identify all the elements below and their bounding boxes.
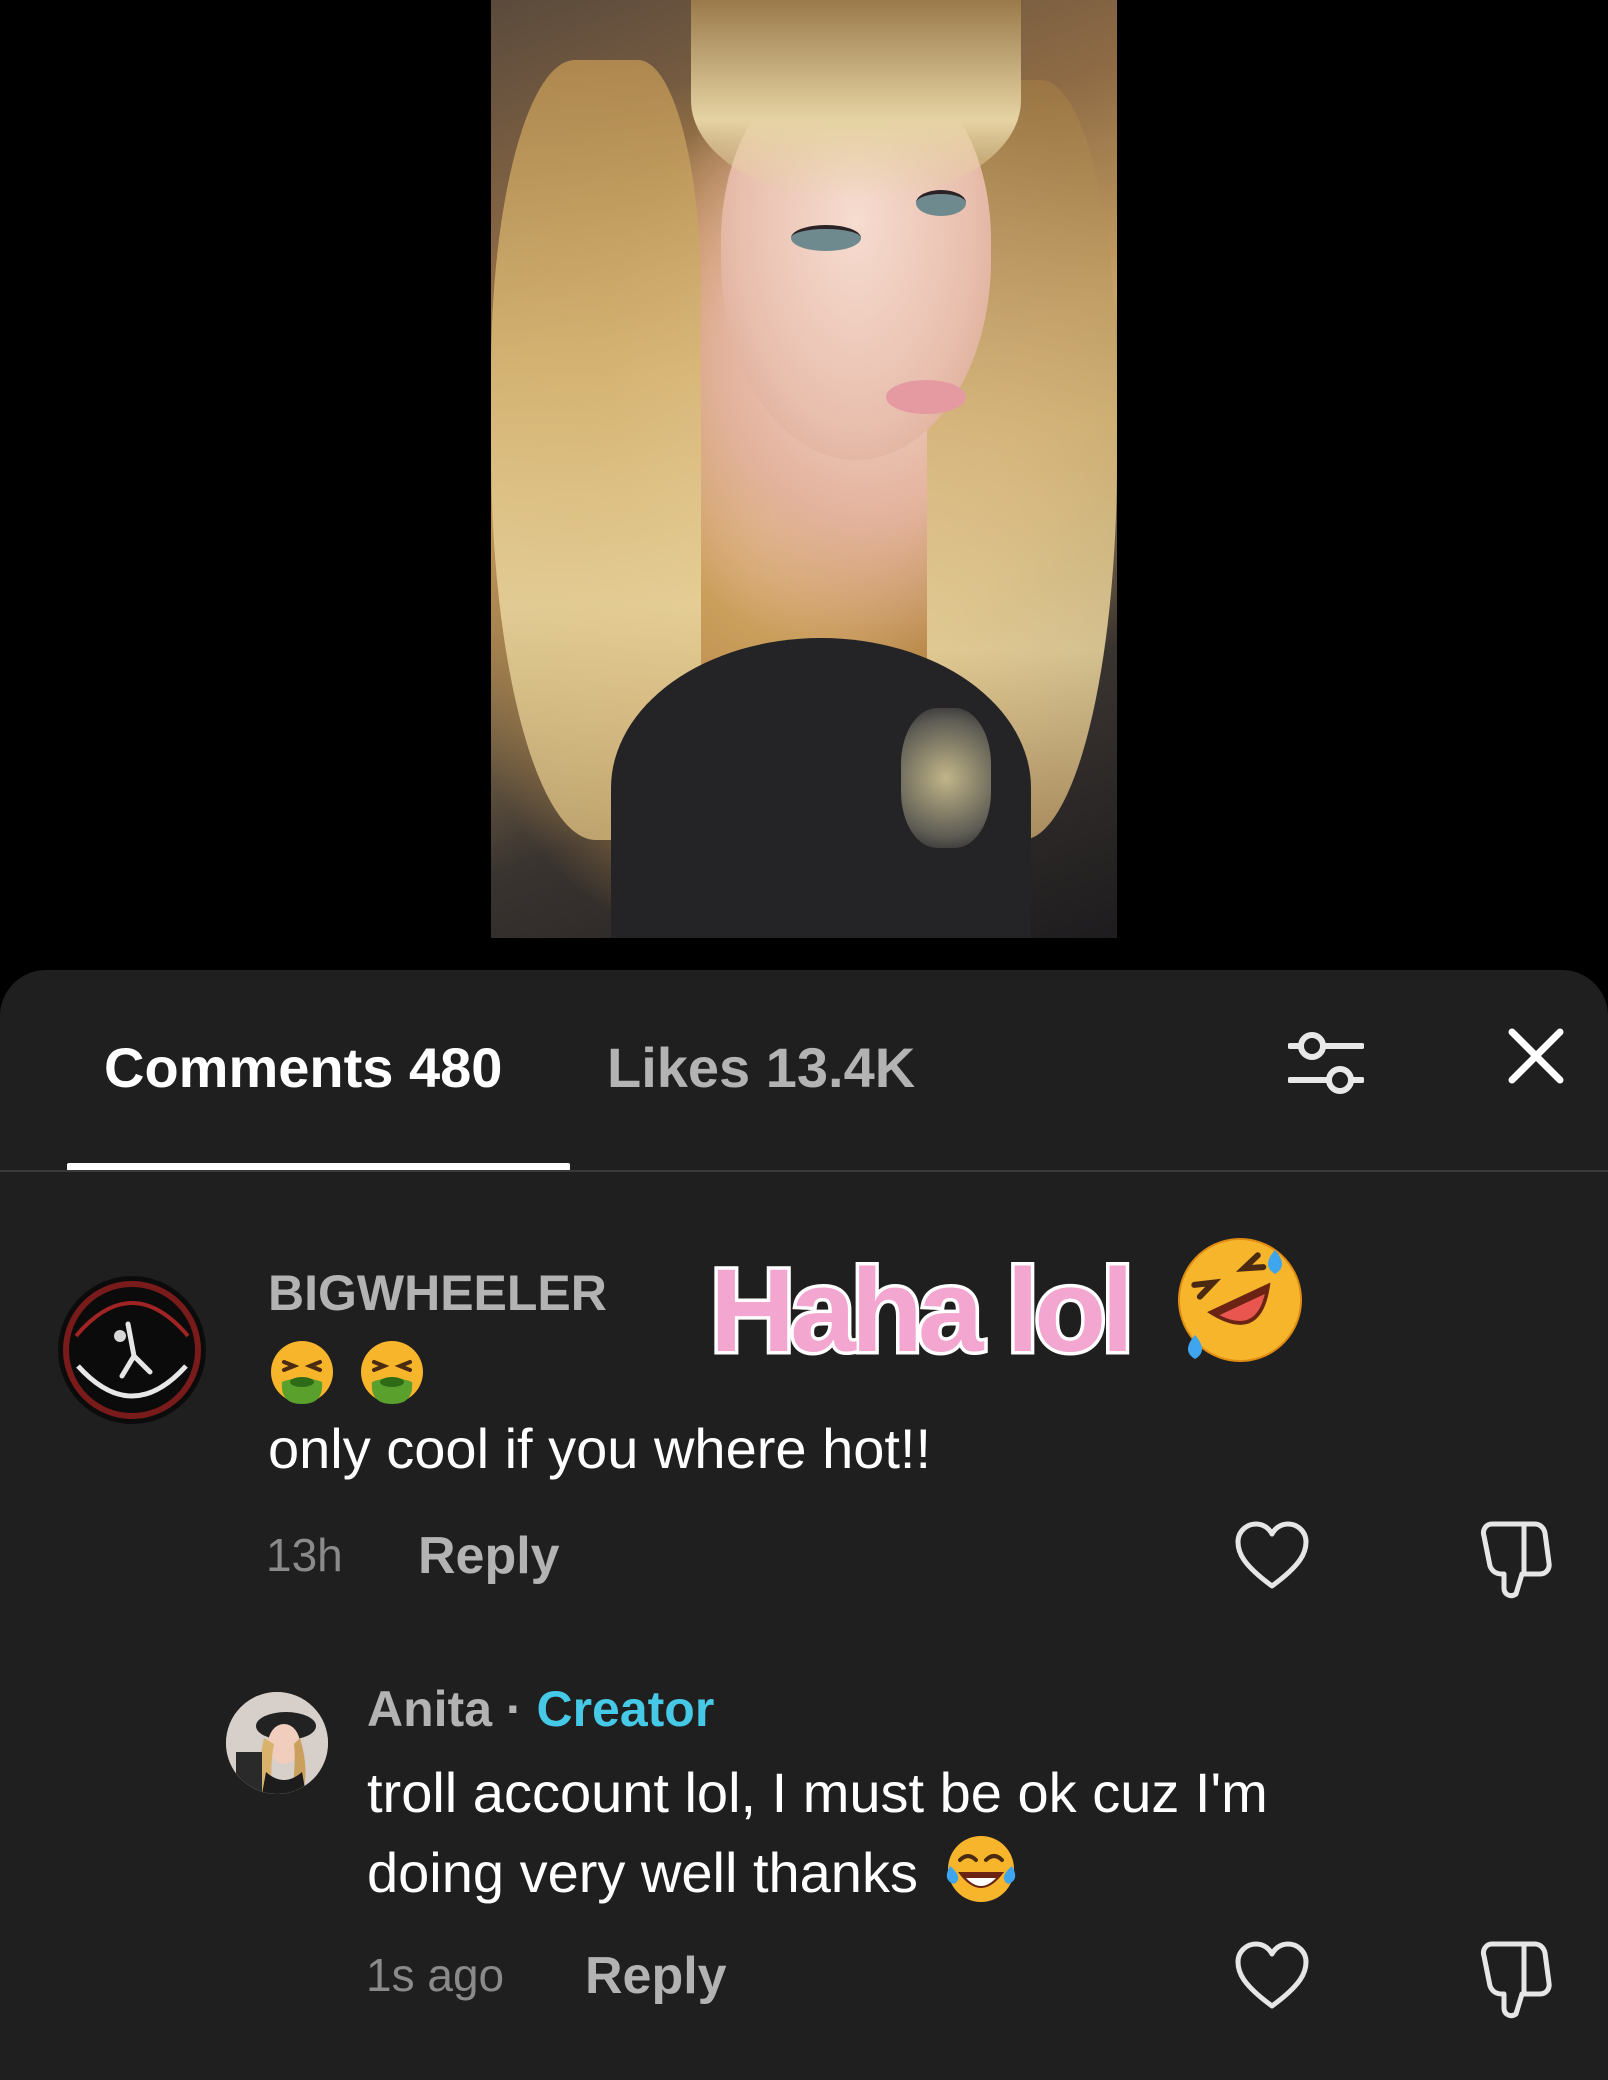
comment-text-line-2: doing very well thanks xyxy=(367,1832,1527,1912)
comment-text: only cool if you where hot!! xyxy=(268,1417,932,1480)
reply-item: Anita · Creator troll account lol, I mus… xyxy=(0,1670,1608,2019)
thumbs-down-icon xyxy=(1481,1521,1552,1599)
divider xyxy=(0,1170,1608,1172)
close-icon xyxy=(1508,1028,1564,1084)
video-frame[interactable] xyxy=(491,0,1117,938)
comment-username[interactable]: BIGWHEELER xyxy=(268,1264,607,1322)
tab-bar: Comments 480 Likes 13.4K xyxy=(0,970,1608,1171)
avatar[interactable] xyxy=(58,1276,206,1424)
reply-button[interactable]: Reply xyxy=(585,1946,727,2006)
comment-username[interactable]: Anita xyxy=(367,1681,492,1737)
separator: · xyxy=(505,1681,523,1737)
comment-text-line: doing very well thanks xyxy=(367,1841,918,1904)
video-image-part xyxy=(916,190,966,216)
video-image-part xyxy=(791,225,861,251)
face-vomiting-emoji xyxy=(271,1341,333,1404)
comment-text: troll account lol, I must be ok cuz I'm … xyxy=(367,1754,1527,1912)
face-vomiting-emoji xyxy=(361,1341,423,1404)
avatar-image xyxy=(226,1692,328,1794)
tab-likes[interactable]: Likes 13.4K xyxy=(607,1040,915,1096)
video-player[interactable] xyxy=(0,0,1608,970)
reply-header: Anita · Creator xyxy=(367,1680,714,1738)
avatar[interactable] xyxy=(226,1692,328,1794)
creator-badge: Creator xyxy=(536,1681,715,1737)
dislike-button[interactable] xyxy=(1474,1936,1554,2020)
like-button[interactable] xyxy=(1232,1938,1312,2018)
video-image-part xyxy=(691,0,1021,200)
sliders-icon xyxy=(1287,1032,1365,1094)
heart-icon xyxy=(1235,1521,1309,1589)
comment-text-line: troll account lol, I must be ok cuz I'm xyxy=(367,1761,1268,1824)
thumbs-down-icon xyxy=(1481,1941,1552,2019)
heart-icon xyxy=(1235,1941,1309,2009)
close-button[interactable] xyxy=(1486,1006,1586,1106)
reply-button[interactable]: Reply xyxy=(418,1526,560,1586)
comment-timestamp: 13h xyxy=(266,1529,343,1581)
video-image-part xyxy=(901,708,991,848)
like-button[interactable] xyxy=(1232,1518,1312,1598)
comment-timestamp: 1s ago xyxy=(366,1949,505,2001)
tab-comments[interactable]: Comments 480 xyxy=(104,1040,502,1096)
face-with-tears-of-joy-emoji xyxy=(946,1836,1015,1902)
avatar-image xyxy=(60,1278,204,1422)
filter-button[interactable] xyxy=(1287,1024,1365,1100)
video-image-part xyxy=(886,380,966,414)
dislike-button[interactable] xyxy=(1474,1516,1554,1600)
comment-item: BIGWHEELER only cool if you where hot!! … xyxy=(0,1240,1608,1620)
